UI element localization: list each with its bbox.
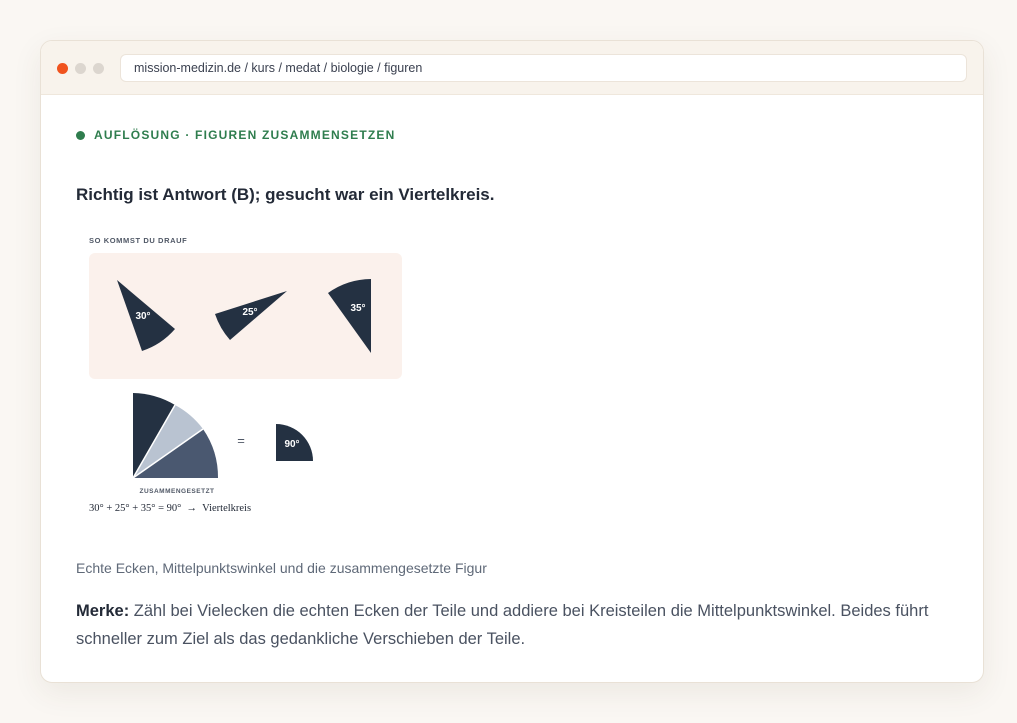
page-content: AUFLÖSUNG · FIGUREN ZUSAMMENSETZEN Richt…	[41, 95, 983, 682]
remember-note: Merke: Zähl bei Vielecken die echten Eck…	[76, 597, 956, 653]
maximize-window-button[interactable]	[93, 63, 104, 74]
explanation-figure: 30° 25° 35° ZUSAMMENGESETZT = 90° 30° + …	[89, 253, 402, 514]
minimize-window-button[interactable]	[75, 63, 86, 74]
sector-piece-30-label: 30°	[135, 311, 150, 322]
sector-piece-35-label: 35°	[350, 303, 365, 314]
figure-caption: Echte Ecken, Mittelpunktswinkel und die …	[76, 560, 487, 576]
figure-label: SO KOMMST DU DRAUF	[89, 236, 188, 245]
remember-note-text: Zähl bei Vielecken die echten Ecken der …	[76, 602, 929, 648]
sector-piece-25-label: 25°	[242, 307, 257, 318]
browser-titlebar: mission-medizin.de / kurs / medat / biol…	[41, 41, 983, 95]
result-label: 90°	[284, 439, 299, 450]
composite-label: ZUSAMMENGESETZT	[139, 488, 214, 495]
angle-formula: 30° + 25° + 35° = 90° → Viertelkreis	[89, 503, 251, 514]
section-eyebrow: AUFLÖSUNG · FIGUREN ZUSAMMENSETZEN	[76, 128, 395, 142]
equals-sign: =	[237, 433, 245, 448]
close-window-button[interactable]	[57, 63, 68, 74]
browser-window: mission-medizin.de / kurs / medat / biol…	[40, 40, 984, 683]
status-dot-icon	[76, 130, 85, 140]
eyebrow-text: AUFLÖSUNG · FIGUREN ZUSAMMENSETZEN	[94, 128, 396, 142]
remember-note-label: Merke:	[76, 602, 130, 620]
address-bar[interactable]: mission-medizin.de / kurs / medat / biol…	[120, 54, 967, 82]
answer-headline: Richtig ist Antwort (B); gesucht war ein…	[76, 185, 495, 204]
